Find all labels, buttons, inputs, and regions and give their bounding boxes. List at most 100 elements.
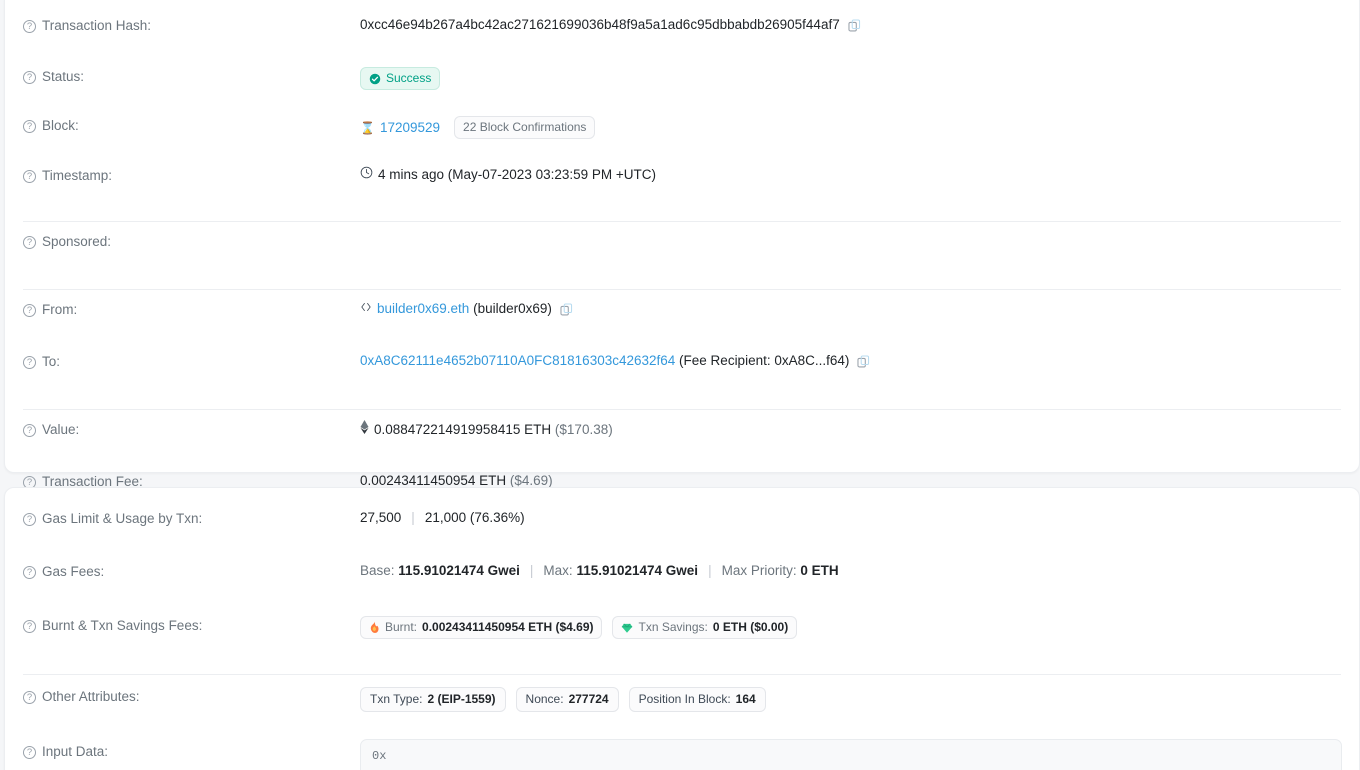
copy-icon[interactable]: [848, 18, 861, 32]
row-other-attributes: ? Other Attributes: Txn Type: 2 (EIP-155…: [5, 687, 1359, 725]
label-transaction-hash: ? Transaction Hash:: [23, 16, 360, 35]
badge-group: Burnt: 0.00243411450954 ETH ($4.69) Txn …: [360, 616, 798, 639]
gas-max-label: Max:: [543, 563, 573, 578]
input-data-textarea[interactable]: [360, 739, 1342, 770]
chip-position-in-block: Position In Block: 164: [628, 687, 766, 712]
row-transaction-hash: ? Transaction Hash: 0xcc46e94b267a4bc42a…: [5, 16, 1359, 54]
burnt-fees-badge: Burnt: 0.00243411450954 ETH ($4.69): [360, 616, 603, 639]
label-text: Sponsored:: [42, 234, 112, 249]
status-badge-label: Success: [386, 71, 432, 85]
separator: |: [529, 563, 534, 578]
row-sponsored: ? Sponsored:: [5, 232, 1359, 270]
value-block: ⌛ 17209529 22 Block Confirmations: [360, 116, 1341, 139]
help-icon[interactable]: ?: [23, 236, 36, 249]
chip-nonce: Nonce: 277724: [515, 687, 619, 712]
block-confirmations-label: 22 Block Confirmations: [463, 120, 587, 134]
label-text: To:: [42, 354, 61, 369]
label-input-data: ? Input Data:: [23, 739, 360, 761]
divider: [23, 409, 1341, 410]
row-to: ? To: 0xA8C62111e4652b07110A0FC81816303c…: [5, 352, 1359, 390]
txn-savings-badge: Txn Savings: 0 ETH ($0.00): [612, 616, 798, 639]
attribute-chip-group: Txn Type: 2 (EIP-1559) Nonce: 277724 Pos…: [360, 687, 766, 712]
divider: [23, 674, 1341, 675]
chip-label: Nonce:: [525, 692, 564, 706]
help-icon[interactable]: ?: [23, 71, 36, 84]
label-text: Block:: [42, 118, 79, 133]
row-status: ? Status: Success: [5, 67, 1359, 105]
hourglass-icon: ⌛: [360, 120, 375, 135]
row-gas-fees: ? Gas Fees: Base: 115.91021474 Gwei | Ma…: [5, 562, 1359, 600]
txn-savings-label: Txn Savings:: [638, 620, 708, 634]
gas-used-value: 21,000 (76.36%): [424, 510, 525, 525]
chip-value: 164: [735, 692, 756, 706]
label-text: Other Attributes:: [42, 689, 140, 704]
value-other-attributes: Txn Type: 2 (EIP-1559) Nonce: 277724 Pos…: [360, 687, 1341, 712]
block-number-link[interactable]: 17209529: [380, 119, 440, 137]
gas-max-value: 115.91021474 Gwei: [576, 563, 699, 578]
overview-card: ? Transaction Hash: 0xcc46e94b267a4bc42a…: [4, 0, 1360, 542]
label-timestamp: ? Timestamp:: [23, 166, 360, 185]
divider: [23, 289, 1341, 290]
copy-icon[interactable]: [560, 302, 573, 316]
gas-priority-label: Max Priority:: [721, 563, 797, 578]
help-icon[interactable]: ?: [23, 620, 36, 633]
label-status: ? Status:: [23, 67, 360, 86]
gas-base-label: Base:: [360, 563, 395, 578]
gas-priority-value: 0 ETH: [800, 563, 839, 578]
row-timestamp: ? Timestamp: 4 mins ago (May-07-2023 03:…: [5, 166, 1359, 204]
help-icon[interactable]: ?: [23, 691, 36, 704]
row-from: ? From: builder0x69.eth (builder0x69): [5, 300, 1359, 338]
help-icon[interactable]: ?: [23, 356, 36, 369]
help-icon[interactable]: ?: [23, 20, 36, 33]
txn-savings-value: 0 ETH ($0.00): [712, 620, 789, 634]
label-text: Input Data:: [42, 744, 109, 759]
row-burnt-savings: ? Burnt & Txn Savings Fees: Burnt: 0.002…: [5, 616, 1359, 654]
label-text: Gas Limit & Usage by Txn:: [42, 511, 203, 526]
label-to: ? To:: [23, 352, 360, 371]
to-address-link[interactable]: 0xA8C62111e4652b07110A0FC81816303c42632f…: [360, 352, 675, 370]
value-gas-fees: Base: 115.91021474 Gwei | Max: 115.91021…: [360, 562, 1341, 580]
label-other-attributes: ? Other Attributes:: [23, 687, 360, 706]
label-block: ? Block:: [23, 116, 360, 135]
label-text: Value:: [42, 422, 80, 437]
value-amount: 0.088472214919958415 ETH ($170.38): [360, 420, 1341, 439]
value-transaction-hash: 0xcc46e94b267a4bc42ac271621699036b48f9a5…: [360, 16, 1341, 34]
help-icon[interactable]: ?: [23, 170, 36, 183]
separator: |: [708, 563, 712, 578]
help-icon[interactable]: ?: [23, 120, 36, 133]
code-brackets-icon: [360, 300, 372, 318]
block-confirmations-badge: 22 Block Confirmations: [454, 116, 596, 139]
ethereum-icon: [360, 420, 369, 439]
chip-label: Txn Type:: [370, 692, 423, 706]
help-icon[interactable]: ?: [23, 513, 36, 526]
help-icon[interactable]: ?: [23, 566, 36, 579]
help-icon[interactable]: ?: [23, 424, 36, 437]
label-text: Gas Fees:: [42, 564, 105, 579]
check-circle-icon: [369, 73, 381, 85]
copy-icon[interactable]: [857, 354, 870, 368]
to-suffix: (Fee Recipient: 0xA8C...f64): [679, 353, 850, 368]
transaction-hash-text: 0xcc46e94b267a4bc42ac271621699036b48f9a5…: [360, 17, 840, 32]
label-from: ? From:: [23, 300, 360, 319]
clock-icon: [360, 166, 373, 184]
flame-icon: [369, 621, 380, 634]
row-gas-limit: ? Gas Limit & Usage by Txn: 27,500 | 21,…: [5, 509, 1359, 547]
row-input-data: ? Input Data:: [5, 739, 1359, 770]
value-to: 0xA8C62111e4652b07110A0FC81816303c42632f…: [360, 352, 1341, 370]
label-burnt-savings: ? Burnt & Txn Savings Fees:: [23, 616, 360, 635]
burnt-fees-value: 0.00243411450954 ETH ($4.69): [422, 620, 594, 634]
value-status: Success: [360, 67, 1341, 90]
row-value: ? Value: 0.088472214919958415 ETH ($170.…: [5, 420, 1359, 458]
label-sponsored: ? Sponsored:: [23, 232, 360, 251]
value-timestamp: 4 mins ago (May-07-2023 03:23:59 PM +UTC…: [360, 166, 1341, 184]
from-suffix: (builder0x69): [473, 301, 552, 316]
label-text: From:: [42, 302, 78, 317]
details-card: ? Gas Limit & Usage by Txn: 27,500 | 21,…: [4, 487, 1360, 770]
help-icon[interactable]: ?: [23, 304, 36, 317]
label-text: Timestamp:: [42, 168, 113, 183]
help-icon[interactable]: ?: [23, 746, 36, 759]
row-block: ? Block: ⌛ 17209529 22 Block Confirmatio…: [5, 116, 1359, 154]
label-gas-limit: ? Gas Limit & Usage by Txn:: [23, 509, 360, 528]
status-badge: Success: [360, 67, 441, 90]
from-ens-link[interactable]: builder0x69.eth: [377, 300, 469, 318]
